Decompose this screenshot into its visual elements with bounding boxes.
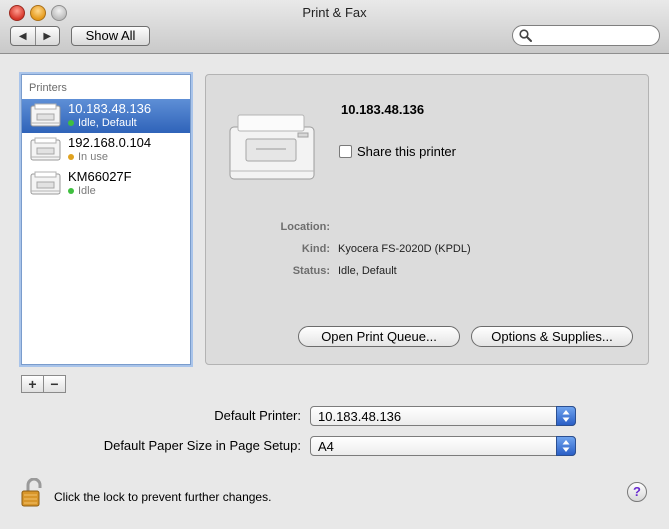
printers-list-header: Printers bbox=[29, 82, 67, 94]
title-toolbar: Print & Fax ◀ ▶ Show All bbox=[0, 0, 669, 54]
share-printer-checkbox[interactable] bbox=[339, 145, 352, 158]
search-input[interactable] bbox=[535, 28, 657, 45]
printer-status: In use bbox=[78, 151, 108, 163]
printer-detail-panel: 10.183.48.136 Share this printer Locatio… bbox=[205, 74, 649, 365]
status-value: Idle, Default bbox=[338, 265, 397, 277]
back-forward-control: ◀ ▶ bbox=[10, 26, 60, 46]
printer-status: Idle bbox=[78, 185, 96, 197]
popup-arrows-icon bbox=[556, 406, 576, 426]
search-field[interactable] bbox=[512, 25, 660, 46]
print-fax-window: Print & Fax ◀ ▶ Show All Printers 10.183… bbox=[0, 0, 669, 529]
kind-label: Kind: bbox=[301, 243, 330, 255]
search-icon bbox=[519, 29, 532, 42]
help-button[interactable]: ? bbox=[627, 482, 647, 502]
printer-large-icon bbox=[229, 114, 315, 180]
lock-icon[interactable] bbox=[21, 478, 45, 508]
status-label: Status: bbox=[292, 265, 330, 277]
default-printer-label: Default Printer: bbox=[214, 408, 301, 423]
paper-size-label: Default Paper Size in Page Setup: bbox=[103, 438, 301, 453]
show-all-button[interactable]: Show All bbox=[71, 26, 150, 46]
printer-item-10-183-48-136[interactable]: 10.183.48.136 Idle, Default bbox=[22, 99, 190, 133]
printer-item-192-168-0-104[interactable]: 192.168.0.104 In use bbox=[22, 133, 190, 167]
printer-icon bbox=[30, 171, 61, 195]
printer-item-km66027f[interactable]: KM66027F Idle bbox=[22, 167, 190, 201]
open-print-queue-button[interactable]: Open Print Queue... bbox=[298, 326, 460, 347]
lock-message: Click the lock to prevent further change… bbox=[54, 490, 272, 504]
kind-value: Kyocera FS-2020D (KPDL) bbox=[338, 243, 471, 255]
printer-icon bbox=[30, 137, 61, 161]
forward-button[interactable]: ▶ bbox=[34, 27, 60, 45]
status-dot-yellow bbox=[68, 154, 74, 160]
back-button[interactable]: ◀ bbox=[11, 27, 35, 45]
printer-name: KM66027F bbox=[68, 169, 132, 184]
printer-name: 10.183.48.136 bbox=[68, 101, 152, 116]
add-remove-control: + − bbox=[21, 375, 66, 393]
paper-size-popup[interactable]: A4 bbox=[310, 436, 576, 456]
share-printer-label[interactable]: Share this printer bbox=[357, 144, 456, 159]
location-label: Location: bbox=[280, 221, 331, 233]
window-title: Print & Fax bbox=[302, 5, 367, 20]
popup-arrows-icon bbox=[556, 436, 576, 456]
default-printer-popup[interactable]: 10.183.48.136 bbox=[310, 406, 576, 426]
printers-list[interactable]: Printers 10.183.48.136 Idle, Default 192… bbox=[21, 74, 191, 365]
remove-printer-button[interactable]: − bbox=[43, 376, 65, 392]
options-supplies-button[interactable]: Options & Supplies... bbox=[471, 326, 633, 347]
printer-name: 192.168.0.104 bbox=[68, 135, 152, 150]
default-printer-value: 10.183.48.136 bbox=[318, 409, 402, 424]
printer-status: Idle, Default bbox=[78, 117, 137, 129]
printer-icon bbox=[30, 103, 61, 127]
add-printer-button[interactable]: + bbox=[22, 376, 43, 392]
status-dot-green bbox=[68, 120, 74, 126]
selected-printer-name: 10.183.48.136 bbox=[341, 102, 425, 117]
status-dot-green bbox=[68, 188, 74, 194]
paper-size-value: A4 bbox=[318, 439, 334, 454]
